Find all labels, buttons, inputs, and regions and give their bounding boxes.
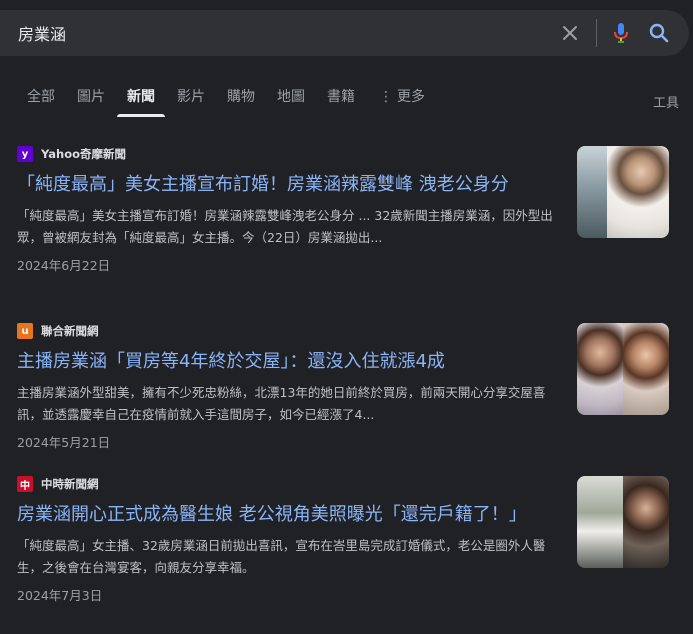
tab-books[interactable]: 書籍 [327,80,355,117]
more-vert-icon: ⋮ [379,89,393,105]
source-name: Yahoo奇摩新聞 [41,147,127,161]
result-thumbnail[interactable] [577,476,669,568]
search-tabs: 全部 圖片 新聞 影片 購物 地圖 書籍 ⋮ 更多 [0,80,693,118]
source-name: 中時新聞網 [41,477,99,491]
tab-videos[interactable]: 影片 [177,80,205,117]
result-snippet: 主播房業涵外型甜美，擁有不少死忠粉絲，北漂13年的她日前終於買房，前兩天開心分享… [17,385,546,422]
tab-maps[interactable]: 地圖 [277,80,305,117]
active-tab-indicator [117,114,165,117]
source-name: 聯合新聞網 [41,324,99,338]
news-result: y Yahoo奇摩新聞 「純度最高」美女主播宣布訂婚！房業涵辣露雙峰 洩老公身分… [17,146,677,274]
search-input[interactable] [0,10,552,56]
result-date: 2024年5月21日 [17,435,111,450]
tab-more[interactable]: ⋮ 更多 [379,80,425,117]
news-result: 中 中時新聞網 房業涵開心正式成為醫生娘 老公視角美照曝光「還完戶籍了！」 「純… [17,476,677,604]
tab-more-label: 更多 [397,89,425,105]
result-snippet: 「純度最高」美女主播宣布訂婚！房業涵辣露雙峰洩老公身分 ... 32歲新聞主播房… [17,208,553,245]
result-date: 2024年7月3日 [17,588,103,603]
tools-button[interactable]: 工具 [653,92,679,111]
result-thumbnail[interactable] [577,323,669,415]
search-bar [0,10,689,56]
result-title-link[interactable]: 房業涵開心正式成為醫生娘 老公視角美照曝光「還完戶籍了！」 [17,501,557,528]
result-thumbnail[interactable] [577,146,669,238]
tab-images[interactable]: 圖片 [77,80,105,117]
udn-logo-icon: u [17,323,33,339]
tab-shopping[interactable]: 購物 [227,80,255,117]
voice-search-button[interactable] [603,10,639,56]
result-snippet: 「純度最高」女主播、32歲房業涵日前拋出喜訊，宣布在峇里島完成訂婚儀式，老公是圈… [17,538,546,575]
tab-all[interactable]: 全部 [27,80,55,117]
result-title-link[interactable]: 主播房業涵「買房等4年終於交屋」：還沒入住就漲4成 [17,348,557,375]
clear-button[interactable] [552,10,588,56]
microphone-icon [614,23,628,43]
search-button[interactable] [641,10,677,56]
result-title-link[interactable]: 「純度最高」美女主播宣布訂婚！房業涵辣露雙峰 洩老公身分 [17,171,557,198]
close-icon [563,26,577,40]
yahoo-logo-icon: y [17,146,33,162]
chinatimes-logo-icon: 中 [17,476,33,492]
news-result: u 聯合新聞網 主播房業涵「買房等4年終於交屋」：還沒入住就漲4成 主播房業涵外… [17,323,677,451]
result-date: 2024年6月22日 [17,258,111,273]
tab-news[interactable]: 新聞 [127,80,155,117]
search-divider [596,19,597,47]
search-icon [649,23,669,43]
